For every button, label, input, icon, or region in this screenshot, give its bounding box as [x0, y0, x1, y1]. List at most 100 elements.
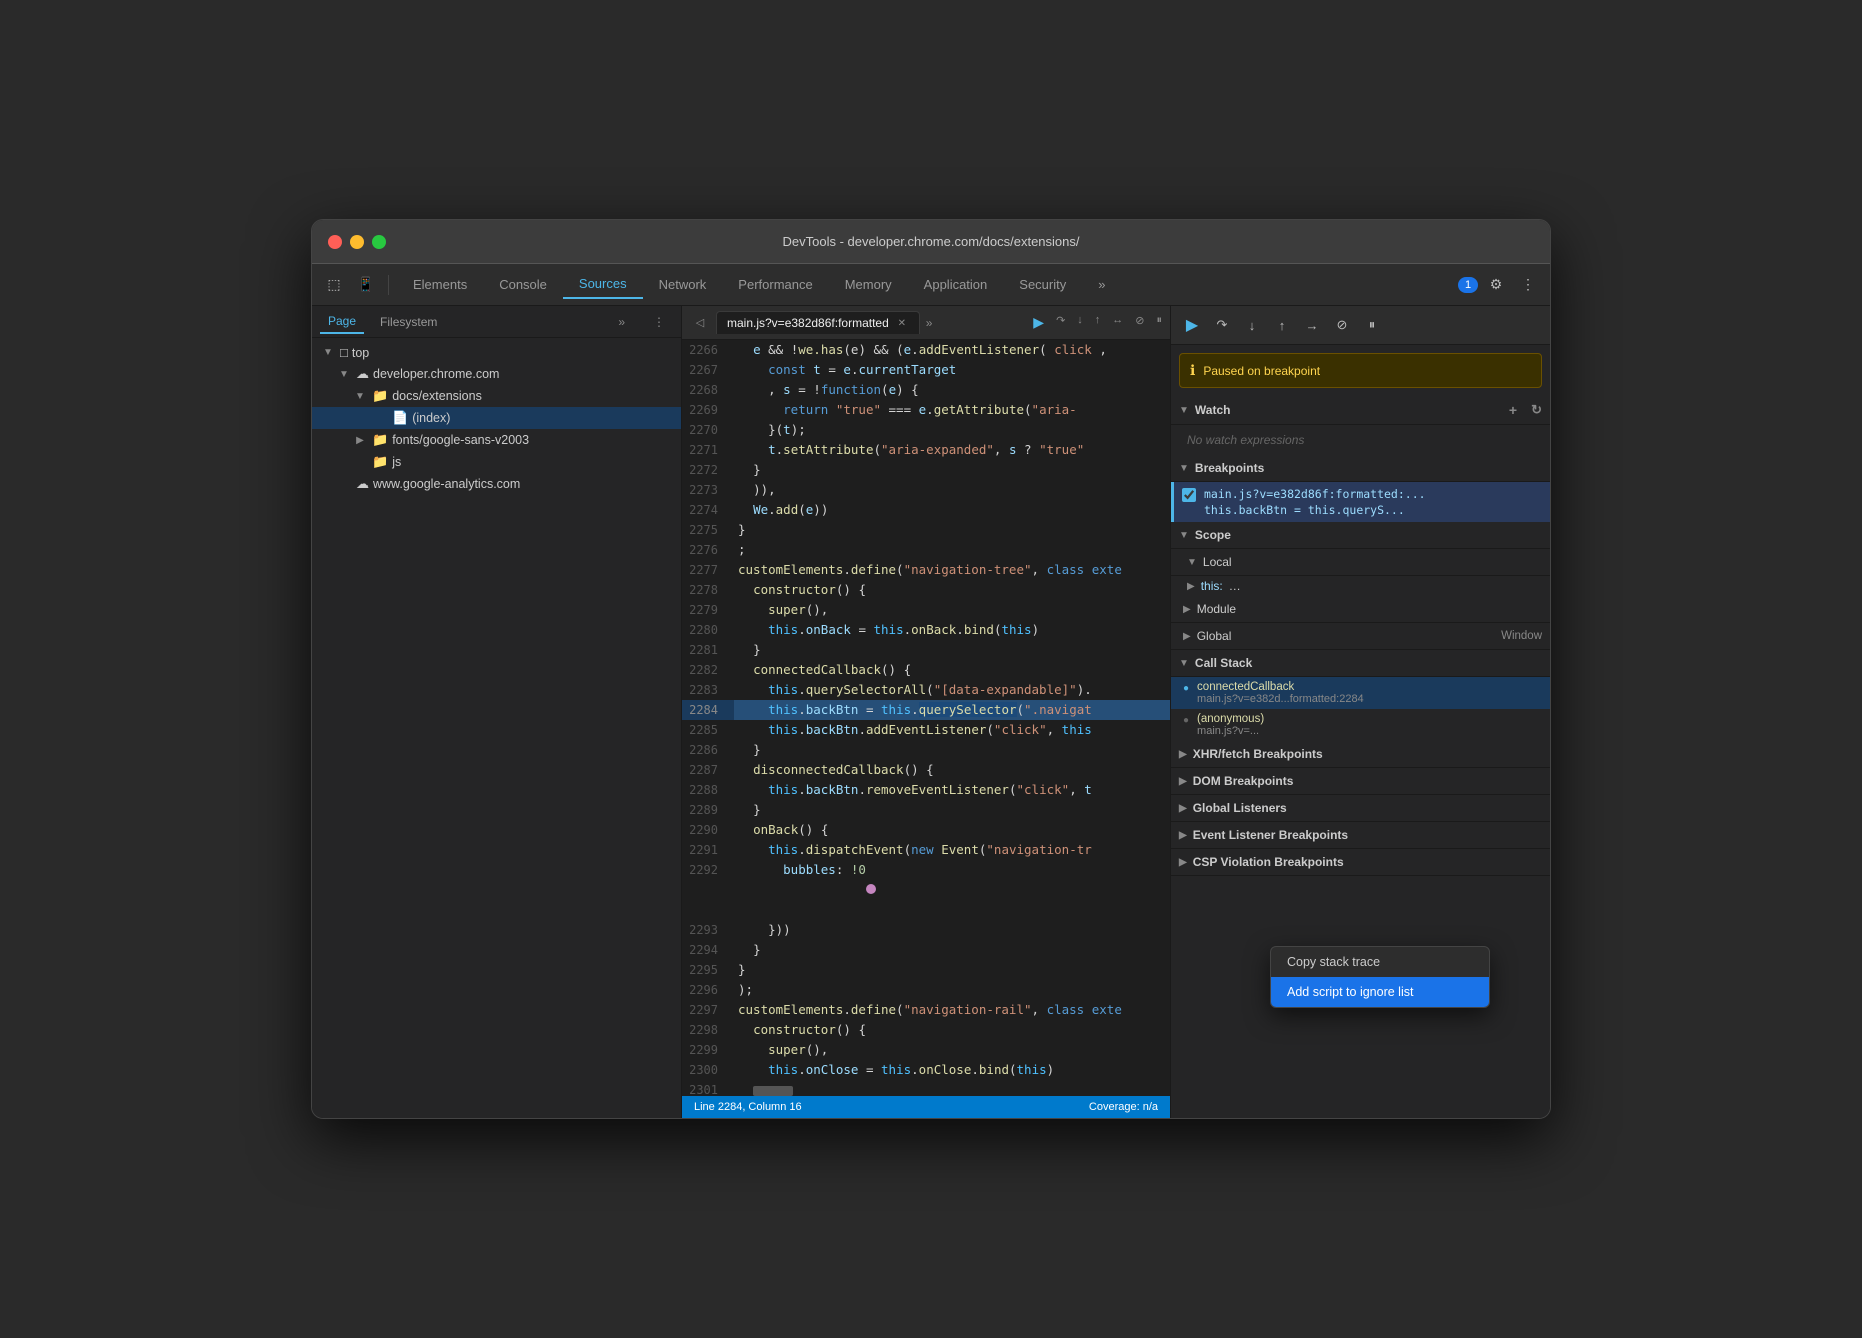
- tab-memory[interactable]: Memory: [829, 271, 908, 298]
- tree-arrow: ▶: [352, 435, 368, 446]
- code-line-2271: 2271 t.setAttribute("aria-expanded", s ?…: [682, 440, 1170, 460]
- local-arrow-icon: ▼: [1187, 557, 1197, 568]
- tab-elements[interactable]: Elements: [397, 271, 483, 298]
- editor-area: ◁ main.js?v=e382d86f:formatted ✕ » ▶ ↷ ↓…: [682, 306, 1170, 1118]
- code-line-2277: 2277 customElements.define("navigation-t…: [682, 560, 1170, 580]
- tree-item-analytics[interactable]: ☁ www.google-analytics.com: [312, 473, 681, 495]
- event-listener-breakpoints-section[interactable]: ▶ Event Listener Breakpoints: [1171, 822, 1550, 849]
- more-options-btn[interactable]: ⋮: [1514, 271, 1542, 299]
- panel-tabs: Page Filesystem » ⋮: [312, 306, 681, 338]
- editor-more-tabs[interactable]: »: [926, 316, 933, 330]
- global-listeners-section[interactable]: ▶ Global Listeners: [1171, 795, 1550, 822]
- tree-item-js[interactable]: 📁 js: [312, 451, 681, 473]
- module-label: Module: [1197, 602, 1236, 616]
- panel-menu-btn[interactable]: ⋮: [645, 308, 673, 336]
- breakpoint-item[interactable]: main.js?v=e382d86f:formatted:... this.ba…: [1171, 482, 1550, 522]
- tree-label: www.google-analytics.com: [373, 477, 520, 491]
- pause-btn[interactable]: ⏸: [1153, 312, 1167, 333]
- tab-performance[interactable]: Performance: [722, 271, 828, 298]
- minimize-button[interactable]: [350, 235, 364, 249]
- code-editor[interactable]: 2266 e && !we.has(e) && (e.addEventListe…: [682, 340, 1170, 1096]
- status-bar: Line 2284, Column 16 Coverage: n/a: [682, 1096, 1170, 1118]
- breakpoint-checkbox[interactable]: [1182, 488, 1196, 502]
- settings-btn[interactable]: ⚙: [1482, 271, 1510, 299]
- module-scope-header[interactable]: ▶ Module: [1171, 596, 1550, 623]
- callstack-item-0[interactable]: ● connectedCallback main.js?v=e382d...fo…: [1171, 677, 1550, 709]
- global-scope-header[interactable]: ▶ Global Window: [1171, 623, 1550, 650]
- callstack-arrow-icon: ▼: [1179, 658, 1189, 669]
- tree-label: js: [392, 455, 401, 469]
- cursor-tool-btn[interactable]: ⬚: [320, 271, 348, 299]
- scope-this-item[interactable]: ▶ this: …: [1171, 576, 1550, 596]
- breakpoints-section-header[interactable]: ▼ Breakpoints: [1171, 455, 1550, 482]
- code-line-2269: 2269 return "true" === e.getAttribute("a…: [682, 400, 1170, 420]
- maximize-button[interactable]: [372, 235, 386, 249]
- code-line-2293: 2293 })): [682, 920, 1170, 940]
- editor-tab-main[interactable]: main.js?v=e382d86f:formatted ✕: [716, 311, 920, 334]
- tree-item-fonts[interactable]: ▶ 📁 fonts/google-sans-v2003: [312, 429, 681, 451]
- step-over-btn[interactable]: ↷: [1052, 312, 1069, 333]
- tab-sources[interactable]: Sources: [563, 270, 643, 299]
- play-btn[interactable]: ▶: [1029, 312, 1048, 333]
- tab-filesystem[interactable]: Filesystem: [372, 311, 445, 333]
- tree-item-chrome[interactable]: ▼ ☁ developer.chrome.com: [312, 363, 681, 385]
- debug-panel: ▶ ↷ ↓ ↑ → ⊘ ⏸ ℹ Paused on breakpoint ▼ W…: [1170, 306, 1550, 1118]
- breakpoint-notice: ℹ Paused on breakpoint: [1179, 353, 1542, 388]
- local-label: Local: [1203, 555, 1232, 569]
- callstack-section-header[interactable]: ▼ Call Stack: [1171, 650, 1550, 677]
- step-btn[interactable]: →: [1299, 312, 1325, 338]
- code-line-2272: 2272 }: [682, 460, 1170, 480]
- resume-btn[interactable]: ▶: [1179, 312, 1205, 338]
- tab-network[interactable]: Network: [643, 271, 723, 298]
- step-out-btn[interactable]: ↑: [1269, 312, 1295, 338]
- tree-item-docs[interactable]: ▼ 📁 docs/extensions: [312, 385, 681, 407]
- tree-label: (index): [412, 411, 450, 425]
- deactivate-breakpoints-btn[interactable]: ⊘: [1131, 312, 1148, 333]
- step-into-btn[interactable]: ↓: [1073, 312, 1087, 333]
- notice-icon: ℹ: [1190, 362, 1195, 379]
- tree-item-index[interactable]: 📄 (index): [312, 407, 681, 429]
- close-button[interactable]: [328, 235, 342, 249]
- tab-application[interactable]: Application: [908, 271, 1004, 298]
- xhr-breakpoints-section[interactable]: ▶ XHR/fetch Breakpoints: [1171, 741, 1550, 768]
- bp-code: this.backBtn = this.queryS...: [1204, 502, 1426, 518]
- local-scope-header[interactable]: ▼ Local: [1171, 549, 1550, 576]
- debug-toolbar: ▶ ↷ ↓ ↑ → ⊘ ⏸: [1171, 306, 1550, 345]
- device-toggle-btn[interactable]: 📱: [352, 271, 380, 299]
- ctx-add-to-ignore[interactable]: Add script to ignore list: [1271, 977, 1489, 1007]
- editor-tabs: ◁ main.js?v=e382d86f:formatted ✕ » ▶ ↷ ↓…: [682, 306, 1170, 340]
- tree-item-top[interactable]: ▼ □ top: [312, 342, 681, 363]
- watch-add-btn[interactable]: +: [1509, 402, 1517, 418]
- tab-security[interactable]: Security: [1003, 271, 1082, 298]
- ctx-copy-stack[interactable]: Copy stack trace: [1271, 947, 1489, 977]
- step-into-btn[interactable]: ↓: [1239, 312, 1265, 338]
- watch-refresh-btn[interactable]: ↻: [1531, 402, 1542, 418]
- global-arrow-icon: ▶: [1183, 631, 1191, 642]
- deactivate-bp-btn[interactable]: ⊘: [1329, 312, 1355, 338]
- panel-more-tabs[interactable]: »: [618, 315, 625, 329]
- callstack-item-1[interactable]: ● (anonymous) main.js?v=... Copy stack t…: [1171, 709, 1550, 741]
- csp-label: CSP Violation Breakpoints: [1193, 855, 1344, 869]
- main-tabs: Elements Console Sources Network Perform…: [397, 270, 1454, 299]
- step-out-btn[interactable]: ↑: [1091, 312, 1105, 333]
- coverage-status: Coverage: n/a: [1089, 1101, 1158, 1113]
- scope-section-header[interactable]: ▼ Scope: [1171, 522, 1550, 549]
- watch-section-header[interactable]: ▼ Watch + ↻: [1171, 396, 1550, 425]
- pause-on-exception-btn[interactable]: ⏸: [1359, 312, 1385, 338]
- tree-arrow: ▼: [320, 347, 336, 358]
- watch-label: Watch: [1195, 403, 1231, 417]
- editor-sidebar-toggle[interactable]: ◁: [686, 309, 714, 337]
- dom-breakpoints-section[interactable]: ▶ DOM Breakpoints: [1171, 768, 1550, 795]
- csp-violation-section[interactable]: ▶ CSP Violation Breakpoints: [1171, 849, 1550, 876]
- tab-page[interactable]: Page: [320, 310, 364, 334]
- tab-console[interactable]: Console: [483, 271, 563, 298]
- step-btn[interactable]: ↔: [1108, 312, 1127, 333]
- code-line-2301: 2301: [682, 1080, 1170, 1096]
- cloud-icon: ☁: [356, 476, 369, 492]
- code-line-2288: 2288 this.backBtn.removeEventListener("c…: [682, 780, 1170, 800]
- more-tabs-btn[interactable]: »: [1082, 271, 1121, 298]
- folder-icon: 📁: [372, 388, 388, 404]
- cs-fn-1: (anonymous): [1197, 713, 1264, 725]
- editor-tab-close-btn[interactable]: ✕: [895, 318, 909, 329]
- step-over-btn[interactable]: ↷: [1209, 312, 1235, 338]
